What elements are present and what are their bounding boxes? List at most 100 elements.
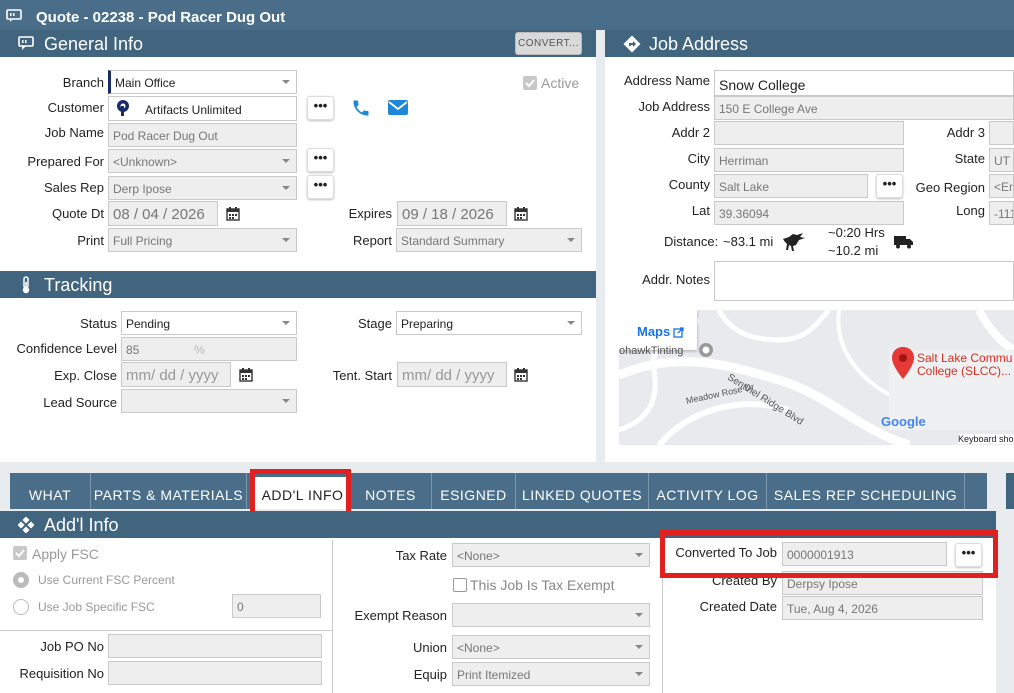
calendar-icon[interactable] xyxy=(514,368,528,382)
expires-input[interactable]: 09 / 18 / 2026 xyxy=(397,201,507,226)
status-select[interactable]: Pending xyxy=(121,311,297,335)
tax-rate-select[interactable]: <None> xyxy=(452,543,650,567)
prepared-for-more-button[interactable]: ••• xyxy=(307,148,334,172)
prepared-for-label: Prepared For xyxy=(27,154,104,169)
branch-label: Branch xyxy=(62,75,104,90)
tent-start-input[interactable]: mm/ dd / yyyy xyxy=(397,362,507,387)
quote-date-label: Quote Dt xyxy=(51,206,104,221)
tracking-header: Tracking xyxy=(0,271,596,298)
use-current-fsc-label: Use Current FSC Percent xyxy=(38,573,175,587)
email-icon[interactable] xyxy=(388,100,408,115)
chevron-down-icon xyxy=(635,613,643,617)
county-more-button[interactable]: ••• xyxy=(876,174,903,198)
tab-parts-materials[interactable]: PARTS & MATERIALS xyxy=(91,473,247,509)
address-name-label: Address Name xyxy=(624,73,710,88)
tab-what[interactable]: WHAT xyxy=(10,473,91,509)
geo-region-select[interactable]: <Em xyxy=(989,174,1014,198)
customer-label: Customer xyxy=(47,100,104,115)
general-info-header: General Info xyxy=(0,30,596,57)
thermometer-icon xyxy=(22,276,30,294)
chevron-down-icon xyxy=(282,159,290,163)
addr-notes-label: Addr. Notes xyxy=(642,272,710,287)
map-poi-right-2: College (SLCC)... xyxy=(917,364,1012,378)
address-name-input[interactable]: Snow College xyxy=(714,70,1014,96)
addr2-input[interactable] xyxy=(714,121,904,145)
addr-notes-textarea[interactable] xyxy=(714,261,1014,301)
map-keyboard-shortcuts[interactable]: Keyboard sho xyxy=(958,434,1014,444)
job-address-header: Job Address xyxy=(605,30,1014,57)
map-poi-right-1: Salt Lake Commu xyxy=(917,351,1013,365)
confidence-input[interactable]: 85% xyxy=(121,337,297,361)
stage-select[interactable]: Preparing xyxy=(396,311,582,335)
tab-activity-log[interactable]: ACTIVITY LOG xyxy=(649,473,767,509)
divider xyxy=(0,630,332,631)
tab-notes[interactable]: NOTES xyxy=(350,473,432,509)
print-select[interactable]: Full Pricing xyxy=(108,228,297,252)
maps-link[interactable]: Maps xyxy=(637,324,670,339)
map-view[interactable]: Maps ohawkTinting Sentinel Ridge Blvd Me… xyxy=(619,310,1014,445)
report-select[interactable]: Standard Summary xyxy=(396,228,582,252)
union-select[interactable]: <None> xyxy=(452,635,650,659)
quote-icon xyxy=(6,9,22,22)
external-link-icon xyxy=(673,327,684,338)
calendar-icon[interactable] xyxy=(226,207,240,221)
lead-source-select[interactable] xyxy=(121,389,297,413)
customer-more-button[interactable]: ••• xyxy=(307,96,334,120)
exempt-reason-select[interactable] xyxy=(452,603,650,627)
job-po-input[interactable] xyxy=(108,634,322,658)
sales-rep-more-button[interactable]: ••• xyxy=(307,175,334,199)
long-label: Long xyxy=(956,203,985,218)
poi-marker-icon xyxy=(699,343,713,357)
highlight-converted-to-job xyxy=(660,530,998,578)
distance-value: ~83.1 mi xyxy=(723,234,774,249)
tax-rate-label: Tax Rate xyxy=(395,548,447,563)
apply-fsc-label: Apply FSC xyxy=(32,546,99,562)
calendar-icon[interactable] xyxy=(239,368,253,382)
exp-close-input[interactable]: mm/ dd / yyyy xyxy=(121,362,231,387)
job-name-field[interactable]: Pod Racer Dug Out xyxy=(108,123,297,147)
chevron-down-icon xyxy=(635,553,643,557)
divider xyxy=(332,540,333,693)
customer-field[interactable]: Artifacts Unlimited xyxy=(108,96,297,121)
equip-select[interactable]: Print Itemized xyxy=(452,662,650,686)
customer-logo-icon xyxy=(117,100,129,116)
state-input[interactable]: UT xyxy=(989,148,1014,172)
chevron-down-icon xyxy=(635,645,643,649)
drive-time: ~0:20 Hrs xyxy=(828,225,885,240)
prepared-for-select[interactable]: <Unknown> xyxy=(108,149,297,173)
comment-icon xyxy=(18,36,34,50)
quote-date-input[interactable]: 08 / 04 / 2026 xyxy=(108,201,218,226)
tax-exempt-checkbox[interactable] xyxy=(453,578,467,592)
tracking-title: Tracking xyxy=(44,275,113,295)
addr3-input[interactable] xyxy=(989,121,1014,145)
requisition-input[interactable] xyxy=(108,661,322,685)
tab-bar-edge xyxy=(1006,473,1014,509)
calendar-icon[interactable] xyxy=(514,207,528,221)
created-date-label: Created Date xyxy=(699,599,777,614)
status-label: Status xyxy=(80,316,117,331)
city-input[interactable]: Herriman xyxy=(714,148,904,172)
addr3-label: Addr 3 xyxy=(946,125,985,140)
expires-label: Expires xyxy=(348,206,392,221)
county-input[interactable]: Salt Lake xyxy=(714,174,868,198)
tab-sales-rep-scheduling[interactable]: SALES REP SCHEDULING xyxy=(767,473,965,509)
window-titlebar: Quote - 02238 - Pod Racer Dug Out xyxy=(0,0,1014,30)
long-input[interactable]: -111 xyxy=(989,201,1014,225)
tab-linked-quotes[interactable]: LINKED QUOTES xyxy=(516,473,649,509)
phone-icon[interactable] xyxy=(351,98,371,118)
job-fsc-input[interactable]: 0 xyxy=(232,594,321,618)
state-label: State xyxy=(954,151,985,166)
lat-input[interactable]: 39.36094 xyxy=(714,201,904,225)
tab-esigned[interactable]: ESIGNED xyxy=(432,473,516,509)
created-date-input[interactable]: Tue, Aug 4, 2026 xyxy=(782,596,983,620)
directions-icon xyxy=(623,35,641,53)
sales-rep-select[interactable]: Derp Ipose xyxy=(108,176,297,200)
general-info-title: General Info xyxy=(44,34,144,54)
union-value: <None> xyxy=(457,641,500,655)
map-poi-left: ohawkTinting xyxy=(619,345,684,357)
stage-value: Preparing xyxy=(401,317,454,331)
job-address-input[interactable]: 150 E College Ave xyxy=(714,96,1014,120)
use-job-fsc-radio[interactable] xyxy=(13,599,29,615)
branch-select[interactable]: Main Office xyxy=(108,70,297,94)
convert-button[interactable]: CONVERT... xyxy=(515,32,582,55)
